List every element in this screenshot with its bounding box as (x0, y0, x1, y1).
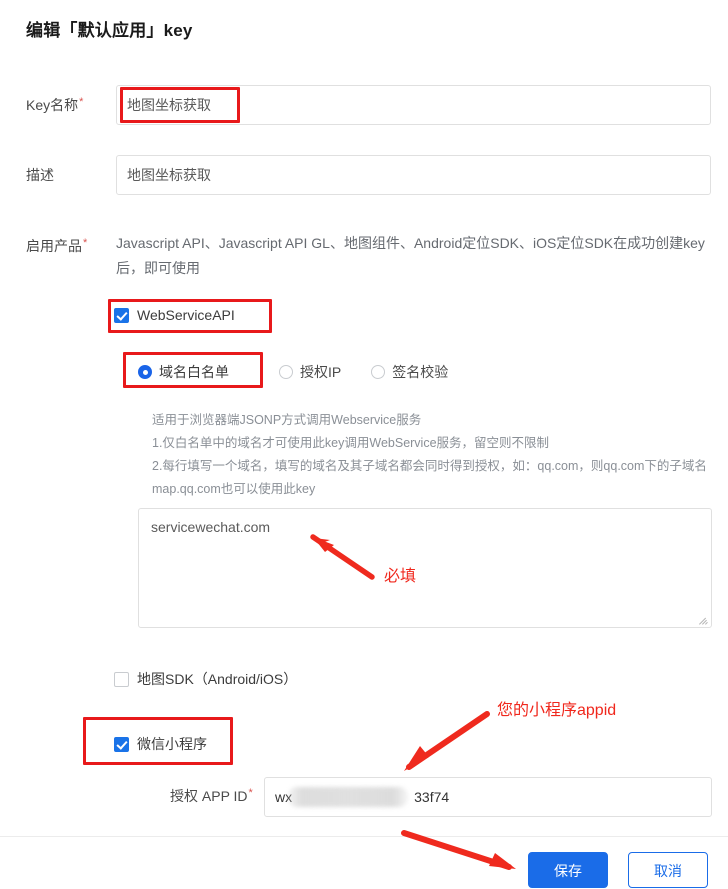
footer-divider (0, 836, 728, 837)
authorized-ip-radio-icon[interactable] (279, 365, 293, 379)
whitelist-help-line-1: 适用于浏览器端JSONP方式调用Webservice服务 (152, 413, 422, 427)
app-id-value-prefix: wx (275, 789, 293, 805)
auth-mode-radio-group[interactable]: 域名白名单 授权IP 签名校验 (138, 362, 478, 382)
radio-item-signature-check[interactable]: 签名校验 (371, 362, 448, 382)
app-id-input[interactable]: wx 33f74 (264, 777, 712, 817)
description-label: 描述 (26, 167, 54, 183)
cancel-button[interactable]: 取消 (628, 852, 708, 888)
checkbox-row-wechat-miniprogram[interactable]: 微信小程序 (114, 734, 207, 754)
app-id-label-text: 授权 APP ID (170, 788, 248, 804)
app-id-value-suffix: 33f74 (414, 789, 450, 805)
authorized-ip-label: 授权IP (300, 364, 342, 380)
page-title: 编辑「默认应用」key (26, 21, 193, 40)
domain-whitelist-radio-icon[interactable] (138, 365, 152, 379)
webservice-api-checkbox-icon[interactable] (114, 307, 129, 323)
description-input[interactable] (116, 155, 711, 195)
domain-whitelist-label: 域名白名单 (159, 364, 229, 380)
signature-check-radio-icon[interactable] (371, 365, 386, 379)
annotation-text-required: 必填 (384, 568, 417, 585)
whitelist-help-line-3: 2.每行填写一个域名，填写的域名及其子域名都会同时得到授权，如：qq.com，则… (152, 459, 707, 496)
annotation-text-appid: 您的小程序appid (497, 702, 617, 719)
key-name-required-star: * (79, 96, 84, 108)
map-sdk-checkbox-icon[interactable] (114, 671, 129, 687)
webservice-api-label: WebServiceAPI (137, 307, 235, 323)
app-id-required-star: * (248, 787, 253, 799)
wechat-miniprogram-checkbox-icon[interactable] (114, 736, 129, 752)
enabled-products-label: 启用产品* (26, 236, 87, 256)
signature-check-label: 签名校验 (392, 364, 449, 380)
wechat-miniprogram-label: 微信小程序 (137, 736, 207, 752)
enabled-products-label-text: 启用产品 (26, 238, 82, 254)
map-sdk-label: 地图SDK（Android/iOS） (137, 671, 298, 687)
checkbox-row-map-sdk[interactable]: 地图SDK（Android/iOS） (114, 669, 297, 689)
arrow-to-appid (404, 711, 490, 771)
checkbox-row-webservice-api[interactable]: WebServiceAPI (114, 307, 235, 323)
radio-item-domain-whitelist[interactable]: 域名白名单 (138, 362, 229, 382)
whitelist-help-block: 适用于浏览器端JSONP方式调用Webservice服务 1.仅白名单中的域名才… (152, 409, 717, 501)
radio-item-authorized-ip[interactable]: 授权IP (279, 362, 341, 382)
save-button[interactable]: 保存 (528, 852, 608, 888)
whitelist-help-line-2: 1.仅白名单中的域名才可使用此key调用WebService服务，留空则不限制 (152, 436, 550, 450)
enabled-products-hint: Javascript API、Javascript API GL、地图组件、An… (116, 235, 705, 276)
key-name-label-text: Key名称 (26, 97, 79, 113)
app-id-label: 授权 APP ID* (170, 786, 253, 806)
key-name-label: Key名称* (26, 95, 83, 115)
domain-whitelist-textarea[interactable] (138, 508, 712, 628)
arrow-to-save-button (401, 830, 516, 870)
enabled-products-required-star: * (83, 237, 88, 249)
key-name-input[interactable] (116, 85, 711, 125)
